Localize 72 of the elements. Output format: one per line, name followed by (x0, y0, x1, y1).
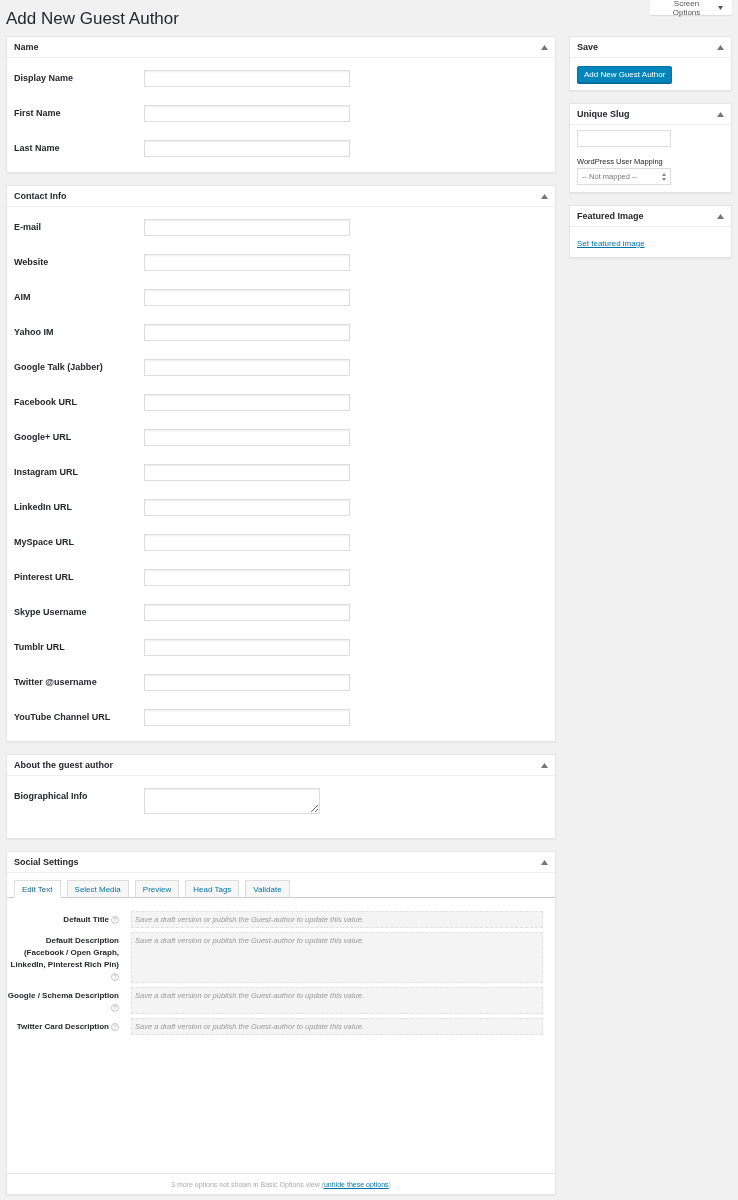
text-input[interactable] (144, 70, 350, 87)
field-label: Twitter @username (14, 676, 98, 689)
help-icon[interactable] (111, 1004, 119, 1012)
box-title: About the guest author (14, 760, 113, 770)
tab[interactable]: Preview (134, 880, 180, 898)
text-input[interactable] (144, 289, 350, 306)
field-label: E-mail (14, 221, 42, 234)
tab[interactable]: Select Media (66, 880, 129, 898)
text-input[interactable] (144, 359, 350, 376)
caret-down-icon (718, 5, 723, 10)
tab[interactable]: Validate (245, 880, 290, 898)
box-title: Contact Info (14, 191, 67, 201)
field-label: Instagram URL (14, 466, 79, 479)
page-title: Add New Guest Author (6, 11, 179, 27)
text-input[interactable] (144, 464, 350, 481)
field-label: Biographical Info (14, 790, 89, 803)
text-input[interactable] (144, 105, 350, 122)
text-input[interactable] (144, 429, 350, 446)
field-label: LinkedIn URL (14, 501, 73, 514)
field-label: Google / Schema Description (7, 987, 119, 1014)
text-input[interactable] (144, 604, 350, 621)
field-label: Skype Username (14, 606, 88, 619)
text-input[interactable] (144, 674, 350, 691)
text-input[interactable] (144, 219, 350, 236)
screen-options-button[interactable]: Screen Options (650, 0, 732, 15)
collapse-toggle-icon[interactable] (541, 44, 548, 50)
box-title: Featured Image (577, 211, 644, 221)
field-label: Tumblr URL (14, 641, 66, 654)
text-input[interactable] (144, 534, 350, 551)
field-label: Facebook URL (14, 396, 78, 409)
field-label: Display Name (14, 72, 75, 85)
field-label: Default Description (Facebook / Open Graph, LinkedIn, Pinterest Rich Pin) (7, 932, 119, 983)
box-title: Name (14, 42, 39, 52)
field-label: Twitter Card Description (16, 1018, 119, 1033)
bio-textarea[interactable] (144, 788, 320, 814)
text-input[interactable] (144, 569, 350, 586)
select-arrows-icon (662, 172, 666, 181)
text-input[interactable] (144, 394, 350, 411)
collapse-toggle-icon[interactable] (541, 762, 548, 768)
add-author-button[interactable]: Add New Guest Author (577, 66, 673, 83)
slug-input[interactable] (577, 130, 671, 147)
text-input[interactable] (144, 709, 350, 726)
collapse-toggle-icon[interactable] (541, 859, 548, 865)
field-label: Website (14, 256, 50, 269)
field-label: Yahoo IM (14, 326, 55, 339)
help-icon[interactable] (111, 1023, 119, 1031)
field-label: Last Name (14, 142, 61, 155)
collapse-toggle-icon[interactable] (541, 193, 548, 199)
collapse-toggle-icon[interactable] (717, 213, 724, 219)
field-label: MySpace URL (14, 536, 76, 549)
tab[interactable]: Edit Text (14, 880, 61, 898)
collapse-toggle-icon[interactable] (717, 111, 724, 117)
field-label: YouTube Channel URL (14, 711, 112, 724)
field-label: Pinterest URL (14, 571, 75, 584)
help-icon[interactable] (111, 916, 119, 924)
field-label: AIM (14, 291, 32, 304)
box-title: Unique Slug (577, 109, 630, 119)
field-label: Default Title (63, 911, 119, 926)
text-input[interactable] (144, 639, 350, 656)
field-label: Google+ URL (14, 431, 73, 444)
collapse-toggle-icon[interactable] (717, 44, 724, 50)
box-title: Social Settings (14, 857, 79, 867)
text-input[interactable] (144, 499, 350, 516)
box-title: Save (577, 42, 599, 52)
help-icon[interactable] (111, 973, 119, 981)
text-input[interactable] (144, 254, 350, 271)
field-label: Google Talk (Jabber) (14, 361, 104, 374)
text-input[interactable] (144, 140, 350, 157)
text-input[interactable] (144, 324, 350, 341)
tab[interactable]: Head Tags (185, 880, 240, 898)
set-image-link[interactable]: Set featured image (577, 239, 645, 248)
field-label: First Name (14, 107, 62, 120)
